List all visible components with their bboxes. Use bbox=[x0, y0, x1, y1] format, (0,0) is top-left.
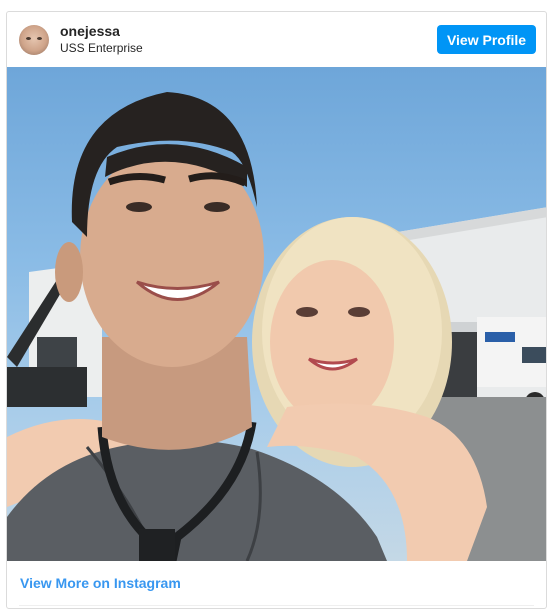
instagram-embed: onejessa USS Enterprise View Profile Vie… bbox=[6, 11, 547, 609]
user-info: onejessa USS Enterprise bbox=[60, 23, 143, 56]
post-photo[interactable] bbox=[7, 67, 546, 561]
username[interactable]: onejessa bbox=[60, 23, 143, 40]
avatar[interactable] bbox=[19, 24, 49, 55]
view-profile-button[interactable]: View Profile bbox=[437, 25, 536, 54]
photo-illustration bbox=[7, 92, 546, 561]
view-more-link[interactable]: View More on Instagram bbox=[20, 575, 181, 591]
post-header: onejessa USS Enterprise View Profile bbox=[7, 12, 546, 67]
footer-divider bbox=[19, 605, 534, 606]
location[interactable]: USS Enterprise bbox=[60, 40, 143, 56]
woman-face bbox=[270, 260, 394, 424]
